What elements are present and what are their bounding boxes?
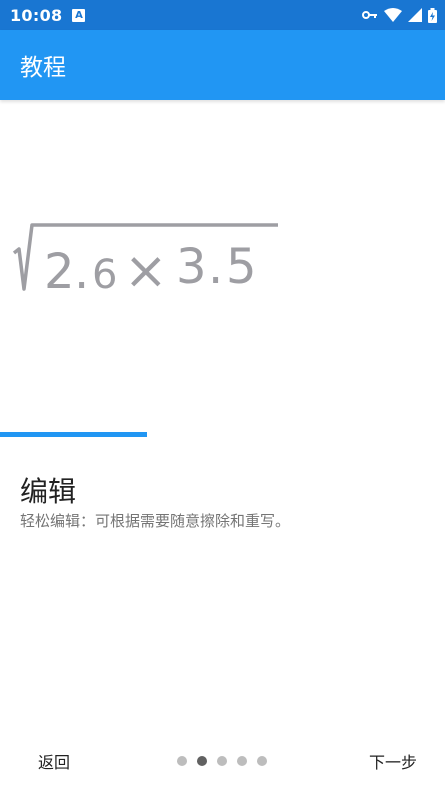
app-bar: 教程 bbox=[0, 30, 445, 100]
tutorial-illustration: 2 . 6 × 3 . 5 bbox=[0, 100, 445, 430]
expression-char: 2 bbox=[44, 244, 75, 300]
tutorial-progress-fill bbox=[0, 432, 147, 437]
status-icons bbox=[362, 7, 437, 23]
expression-char: 5 bbox=[226, 239, 257, 295]
handwritten-expression: 2 . 6 × 3 . 5 bbox=[12, 223, 278, 301]
notification-badge-icon: A bbox=[72, 8, 86, 22]
signal-icon bbox=[408, 8, 422, 22]
expression-char: 3 bbox=[176, 239, 207, 295]
section-title: 编辑 bbox=[20, 475, 77, 508]
expression-char: . bbox=[208, 239, 223, 295]
page-title: 教程 bbox=[20, 55, 66, 81]
wifi-icon bbox=[384, 8, 402, 22]
page-dot bbox=[217, 756, 227, 766]
key-icon bbox=[362, 11, 377, 19]
next-button[interactable]: 下一步 bbox=[369, 749, 417, 773]
expression-char: 6 bbox=[92, 252, 117, 298]
page-dot bbox=[177, 756, 187, 766]
status-bar: 10:08 A bbox=[0, 0, 445, 30]
page-indicator bbox=[177, 756, 267, 766]
battery-charging-icon bbox=[428, 7, 437, 23]
bottom-navigation: 返回 下一步 bbox=[0, 738, 445, 784]
expression-char: . bbox=[74, 244, 89, 300]
page-dot bbox=[257, 756, 267, 766]
status-time: 10:08 bbox=[10, 5, 63, 25]
page-dot-active bbox=[197, 756, 207, 766]
section-description: 轻松编辑：可根据需要随意擦除和重写。 bbox=[20, 512, 291, 530]
expression-char: × bbox=[124, 241, 168, 301]
tutorial-progress-bar bbox=[0, 432, 445, 437]
back-button[interactable]: 返回 bbox=[38, 749, 70, 773]
page-dot bbox=[237, 756, 247, 766]
